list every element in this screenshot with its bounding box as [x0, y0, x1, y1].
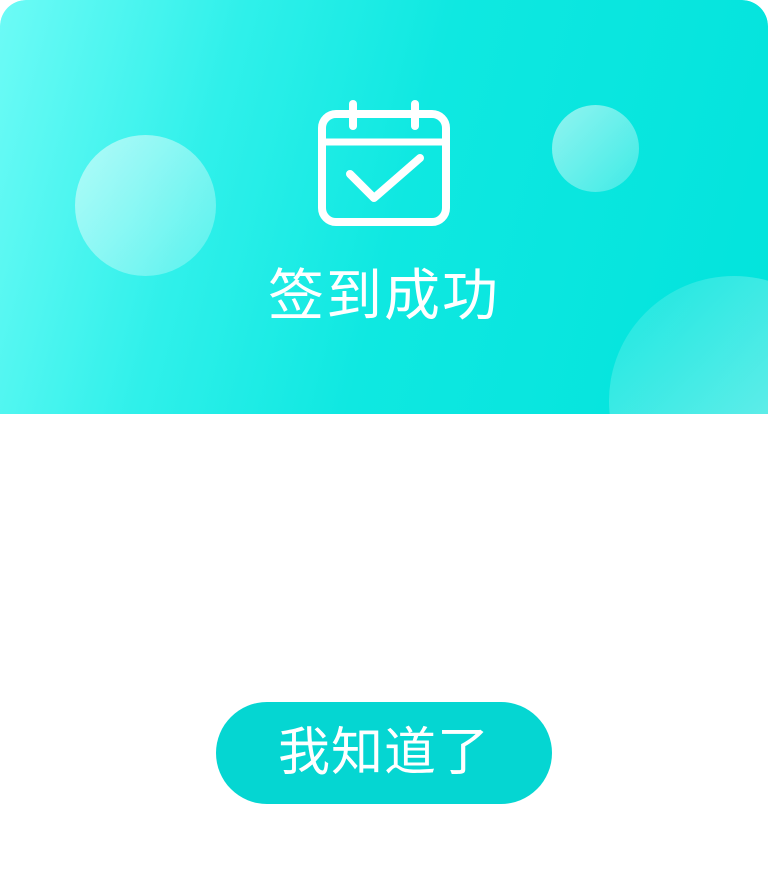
- dialog-body: [0, 414, 768, 894]
- decorative-bubble-left: [75, 135, 216, 276]
- dialog-title: 签到成功: [268, 264, 500, 329]
- decorative-bubble-top-right: [552, 105, 639, 192]
- calendar-check-icon: [318, 100, 450, 226]
- dialog-banner: 签到成功: [0, 0, 768, 414]
- checkin-success-dialog: 签到成功 我知道了: [0, 0, 768, 894]
- confirm-button[interactable]: 我知道了: [216, 702, 552, 804]
